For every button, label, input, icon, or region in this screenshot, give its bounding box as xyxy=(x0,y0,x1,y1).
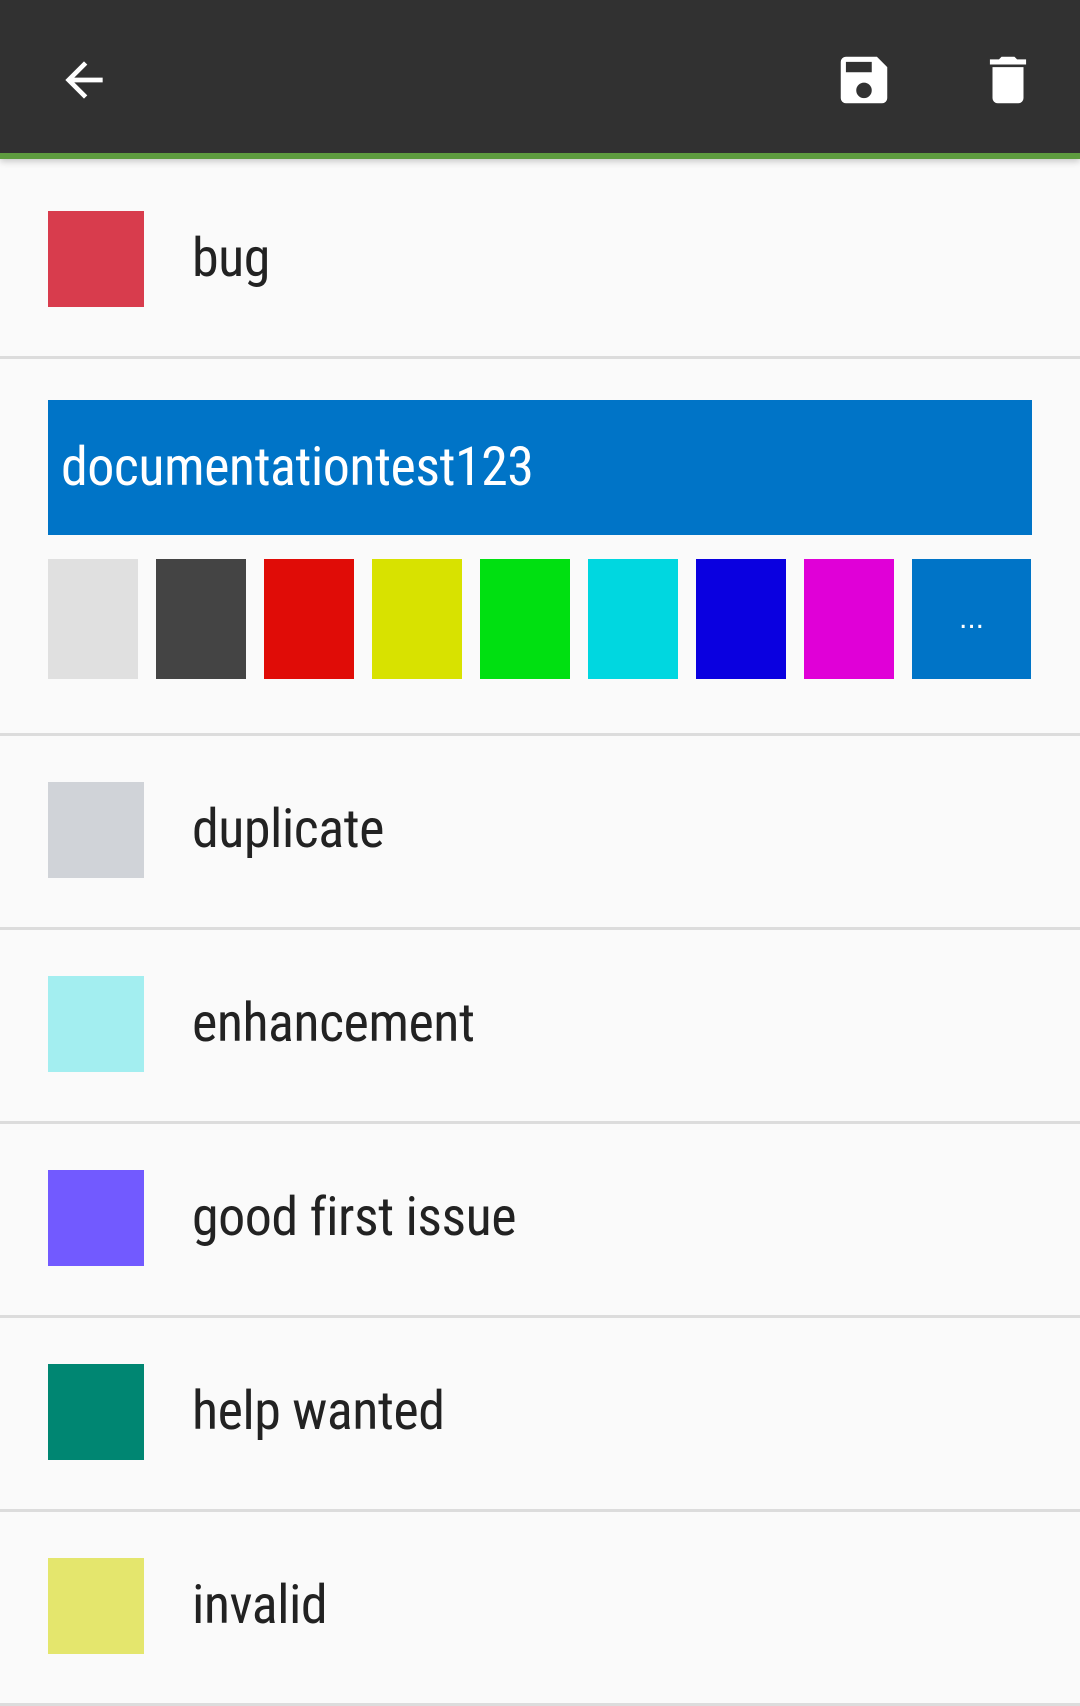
palette-color-dark-gray[interactable] xyxy=(156,559,246,679)
label-color-swatch xyxy=(48,1558,144,1654)
label-name: bug xyxy=(192,227,270,290)
label-editor: ... xyxy=(0,359,1080,736)
label-row-help-wanted[interactable]: help wanted xyxy=(0,1318,1080,1512)
label-row-duplicate[interactable]: duplicate xyxy=(0,736,1080,930)
palette-color-blue[interactable] xyxy=(696,559,786,679)
save-button[interactable] xyxy=(808,28,920,132)
trash-icon xyxy=(989,56,1027,104)
color-palette: ... xyxy=(48,559,1032,679)
label-name: help wanted xyxy=(192,1380,445,1443)
label-name: duplicate xyxy=(192,798,384,861)
label-name: good first issue xyxy=(192,1186,517,1249)
label-color-swatch xyxy=(48,976,144,1072)
palette-color-magenta[interactable] xyxy=(804,559,894,679)
palette-color-red[interactable] xyxy=(264,559,354,679)
label-name: invalid xyxy=(192,1574,328,1637)
label-color-swatch xyxy=(48,1170,144,1266)
label-row-good-first-issue[interactable]: good first issue xyxy=(0,1124,1080,1318)
delete-button[interactable] xyxy=(952,28,1064,132)
more-colors-label: ... xyxy=(958,602,984,635)
label-row-bug[interactable]: bug xyxy=(0,165,1080,359)
floppy-disk-icon xyxy=(840,56,888,104)
app-bar xyxy=(0,0,1080,159)
back-button[interactable] xyxy=(28,28,140,132)
label-color-swatch xyxy=(48,782,144,878)
label-list: bug ... duplicate enhancement good first… xyxy=(0,165,1080,1706)
label-name-input[interactable] xyxy=(48,400,1032,535)
label-color-swatch xyxy=(48,1364,144,1460)
arrow-left-icon xyxy=(65,61,103,99)
label-color-swatch xyxy=(48,211,144,307)
label-name: enhancement xyxy=(192,992,475,1055)
palette-color-cyan[interactable] xyxy=(588,559,678,679)
more-colors-button[interactable]: ... xyxy=(912,559,1031,679)
palette-color-yellow[interactable] xyxy=(372,559,462,679)
label-row-invalid[interactable]: invalid xyxy=(0,1512,1080,1706)
palette-color-light-gray[interactable] xyxy=(48,559,138,679)
palette-color-green[interactable] xyxy=(480,559,570,679)
label-row-enhancement[interactable]: enhancement xyxy=(0,930,1080,1124)
